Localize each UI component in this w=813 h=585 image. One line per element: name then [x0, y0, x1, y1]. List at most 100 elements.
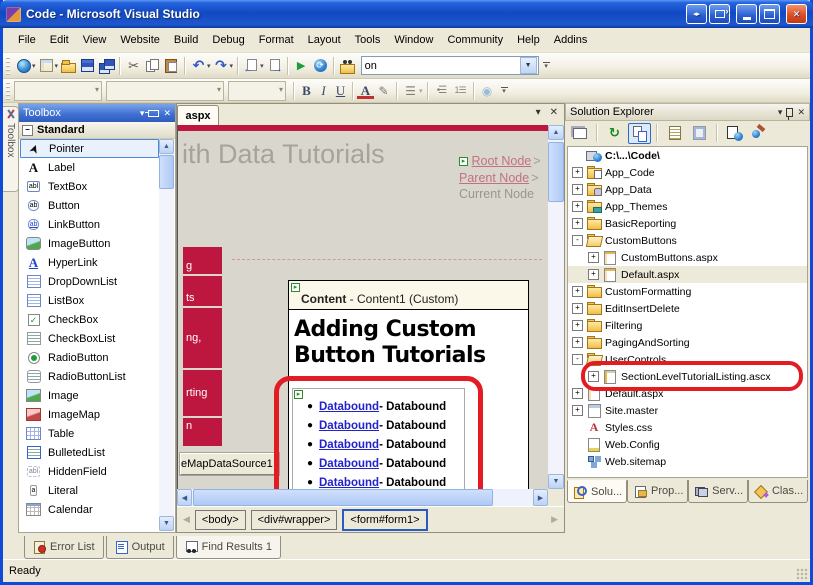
databound-link[interactable]: Databound: [319, 420, 379, 432]
scrollbar-thumb[interactable]: [548, 142, 564, 202]
menu-edit[interactable]: Edit: [43, 31, 76, 49]
menu-debug[interactable]: Debug: [205, 31, 251, 49]
expander-icon[interactable]: +: [572, 184, 583, 195]
menu-build[interactable]: Build: [167, 31, 205, 49]
toolbox-side-tab[interactable]: Toolbox: [3, 106, 19, 192]
solution-explorer-menu-icon[interactable]: ▾: [778, 107, 783, 118]
save-icon[interactable]: [78, 57, 97, 75]
tree-item-root[interactable]: C:\...\Code\: [568, 147, 807, 164]
document-tab-aspx[interactable]: aspx: [177, 105, 219, 126]
scrollbar-thumb[interactable]: [159, 155, 174, 189]
menu-format[interactable]: Format: [252, 31, 301, 49]
highlight-icon[interactable]: ✎: [374, 82, 393, 100]
tab-find-results-1[interactable]: Find Results 1: [176, 536, 281, 559]
tab-class-view[interactable]: Clas...: [748, 480, 808, 503]
nav-menu-item[interactable]: n: [183, 418, 222, 446]
close-button[interactable]: ✕: [786, 4, 807, 24]
menu-tools[interactable]: Tools: [348, 31, 388, 49]
toolbox-close-icon[interactable]: ✕: [163, 108, 171, 119]
nav-menu-item[interactable]: ng,: [183, 308, 222, 368]
solution-explorer-pin-icon[interactable]: [786, 108, 793, 117]
scroll-down-icon[interactable]: ▼: [548, 474, 564, 489]
expander-icon[interactable]: +: [572, 337, 583, 348]
toolbox-item-hiddenfield[interactable]: ablHiddenField: [20, 462, 159, 481]
collapse-icon[interactable]: −: [22, 125, 33, 136]
redo-icon[interactable]: [212, 57, 231, 75]
expander-icon[interactable]: +: [572, 320, 583, 331]
alignment-dropdown[interactable]: ▾: [419, 87, 423, 95]
toolbox-item-checkbox[interactable]: ✓CheckBox: [20, 310, 159, 329]
tag-body[interactable]: <body>: [195, 510, 246, 530]
view-in-browser-icon[interactable]: [311, 57, 330, 75]
resize-grip[interactable]: [796, 568, 809, 581]
scroll-right-icon[interactable]: ▶: [533, 489, 548, 506]
toolbox-title-bar[interactable]: Toolbox ▾ ✕: [19, 104, 175, 122]
toolbox-item-pointer[interactable]: Pointer: [20, 139, 159, 158]
view-designer-icon[interactable]: [688, 123, 711, 144]
content-placeholder-panel[interactable]: ▸ Content - Content1 (Custom) Adding Cus…: [288, 280, 529, 489]
solution-explorer-title-bar[interactable]: Solution Explorer ▾ ✕: [565, 103, 810, 121]
toolbox-item-bulletedlist[interactable]: BulletedList: [20, 443, 159, 462]
foreground-color-icon[interactable]: A: [357, 83, 374, 99]
tree-item-web-config[interactable]: Web.Config: [568, 436, 807, 453]
style-combo[interactable]: [14, 81, 102, 101]
toolbar-grip[interactable]: [6, 57, 10, 75]
toolbox-item-imagemap[interactable]: ImageMap: [20, 405, 159, 424]
tab-output[interactable]: Output: [106, 536, 174, 559]
editor-vertical-scrollbar[interactable]: ▲ ▼: [548, 125, 564, 489]
tree-item-app-data[interactable]: +App_Data: [568, 181, 807, 198]
tree-item-custombuttons-aspx[interactable]: +CustomButtons.aspx: [568, 249, 807, 266]
toolbox-item-radiobutton[interactable]: RadioButton: [20, 348, 159, 367]
toolbox-item-textbox[interactable]: ablTextBox: [20, 177, 159, 196]
open-file-icon[interactable]: [59, 57, 78, 75]
scroll-up-icon[interactable]: ▲: [159, 139, 174, 154]
cut-icon[interactable]: [124, 57, 143, 75]
scroll-up-icon[interactable]: ▲: [548, 125, 564, 140]
document-list-dropdown-icon[interactable]: ▾: [536, 107, 541, 118]
size-combo[interactable]: [228, 81, 286, 101]
toolbox-item-imagebutton[interactable]: ImageButton: [20, 234, 159, 253]
find-combo-input[interactable]: [362, 60, 519, 72]
solution-explorer-close-icon[interactable]: ✕: [797, 107, 805, 118]
undo-icon[interactable]: [189, 57, 208, 75]
copy-icon[interactable]: [143, 57, 162, 75]
toolbar-grip[interactable]: [6, 82, 10, 100]
toolbar-overflow-icon[interactable]: ▾: [499, 87, 510, 94]
tree-item-filtering[interactable]: +Filtering: [568, 317, 807, 334]
menu-website[interactable]: Website: [113, 31, 167, 49]
tree-item-custombuttons[interactable]: -CustomButtons: [568, 232, 807, 249]
expander-icon[interactable]: +: [572, 167, 583, 178]
new-website-icon[interactable]: [14, 57, 33, 75]
find-combo-dropdown-icon[interactable]: ▼: [520, 57, 537, 74]
expander-icon[interactable]: +: [572, 218, 583, 229]
expander-icon[interactable]: +: [572, 201, 583, 212]
tab-properties[interactable]: Prop...: [627, 480, 688, 503]
expander-icon[interactable]: +: [588, 269, 599, 280]
start-debugging-icon[interactable]: [292, 57, 311, 75]
menu-window[interactable]: Window: [387, 31, 440, 49]
toolbox-item-calendar[interactable]: Calendar: [20, 500, 159, 519]
tree-item-sectionleveltutoriallisting-ascx[interactable]: +SectionLevelTutorialListing.ascx: [568, 368, 807, 385]
nest-related-files-icon[interactable]: [628, 123, 651, 144]
expander-icon[interactable]: -: [572, 354, 583, 365]
nav-menu-item[interactable]: g: [183, 247, 222, 274]
expander-icon[interactable]: +: [588, 371, 599, 382]
menu-help[interactable]: Help: [510, 31, 547, 49]
undock-button[interactable]: [709, 4, 730, 24]
tree-item-web-sitemap[interactable]: Web.sitemap: [568, 453, 807, 470]
menu-community[interactable]: Community: [440, 31, 510, 49]
expander-icon[interactable]: +: [572, 405, 583, 416]
tutorial-list-control[interactable]: ▸ ●Databound - Databound ●Databound - Da…: [292, 388, 465, 489]
bulleted-list-icon[interactable]: •☰: [432, 82, 451, 100]
asp-net-configuration-icon[interactable]: [748, 123, 771, 144]
tree-item-default-aspx-selected[interactable]: +Default.aspx: [568, 266, 807, 283]
tree-item-pagingandsorting[interactable]: +PagingAndSorting: [568, 334, 807, 351]
breadcrumb-root-link[interactable]: Root Node: [471, 154, 531, 168]
find-in-files-icon[interactable]: [338, 57, 357, 75]
nav-menu-item[interactable]: ts: [183, 276, 222, 306]
refresh-icon[interactable]: [603, 123, 626, 144]
toolbar-overflow-icon[interactable]: ▾: [541, 62, 552, 69]
dock-arrows-button[interactable]: ◂▸: [686, 4, 707, 24]
toolbox-menu-icon[interactable]: ▾: [140, 108, 145, 119]
tree-item-basicreporting[interactable]: +BasicReporting: [568, 215, 807, 232]
